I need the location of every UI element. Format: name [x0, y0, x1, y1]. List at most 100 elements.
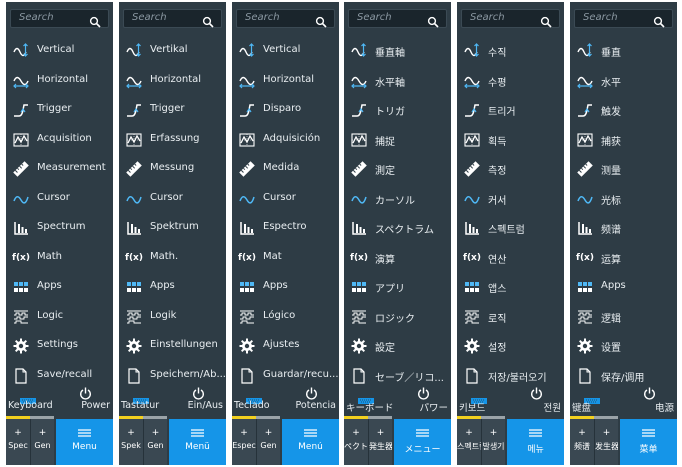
- tab-menu[interactable]: Menü: [169, 419, 226, 465]
- menu-item-acquisition[interactable]: 捕捉: [344, 125, 451, 155]
- tab-generator[interactable]: + 발생기: [481, 419, 505, 465]
- menu-item-logic[interactable]: ロジック: [344, 302, 451, 332]
- power-button[interactable]: Power: [60, 385, 113, 415]
- menu-item-vertical[interactable]: 垂直軸: [344, 36, 451, 66]
- menu-item-measurement[interactable]: 측정: [457, 154, 564, 184]
- tab-generator[interactable]: + 発生器: [368, 419, 392, 465]
- menu-item-settings[interactable]: Settings: [6, 331, 113, 361]
- tab-generator[interactable]: + Gen: [256, 419, 280, 465]
- menu-item-measurement[interactable]: 測定: [344, 154, 451, 184]
- menu-item-horizontal[interactable]: Horizontal: [6, 66, 113, 96]
- menu-item-settings[interactable]: Einstellungen: [119, 331, 226, 361]
- menu-item-trigger[interactable]: トリガ: [344, 95, 451, 125]
- menu-item-horizontal[interactable]: 수평: [457, 66, 564, 96]
- menu-item-cursor[interactable]: 커서: [457, 184, 564, 214]
- menu-item-measurement[interactable]: 测量: [570, 154, 677, 184]
- menu-item-vertical[interactable]: 수직: [457, 36, 564, 66]
- tab-menu[interactable]: Menú: [282, 419, 339, 465]
- search-icon[interactable]: [427, 13, 439, 28]
- power-button[interactable]: Ein/Aus: [173, 385, 226, 415]
- power-button[interactable]: パワー: [398, 385, 451, 415]
- search-input[interactable]: Search: [10, 9, 109, 28]
- menu-item-math[interactable]: f(x) 演算: [344, 243, 451, 273]
- keyboard-button[interactable]: Keyboard: [6, 385, 60, 415]
- tab-generator[interactable]: + Gen: [143, 419, 167, 465]
- menu-item-apps[interactable]: Apps: [570, 272, 677, 302]
- keyboard-button[interactable]: Teclado: [232, 385, 286, 415]
- menu-item-spectrum[interactable]: Spectrum: [6, 213, 113, 243]
- tab-menu[interactable]: Menu: [56, 419, 113, 465]
- tab-spectrum[interactable]: + Spek: [119, 419, 143, 465]
- menu-item-measurement[interactable]: Measurement: [6, 154, 113, 184]
- tab-spectrum[interactable]: + Spec: [6, 419, 30, 465]
- power-button[interactable]: 电源: [624, 385, 677, 415]
- menu-item-apps[interactable]: アプリ: [344, 272, 451, 302]
- tab-generator[interactable]: + Gen: [30, 419, 54, 465]
- menu-item-spectrum[interactable]: Spektrum: [119, 213, 226, 243]
- menu-item-vertical[interactable]: 垂直: [570, 36, 677, 66]
- menu-item-spectrum[interactable]: スペクトラム: [344, 213, 451, 243]
- power-button[interactable]: Potencia: [286, 385, 339, 415]
- menu-item-trigger[interactable]: Trigger: [6, 95, 113, 125]
- menu-item-measurement[interactable]: Medida: [232, 154, 339, 184]
- menu-item-trigger[interactable]: 触发: [570, 95, 677, 125]
- menu-item-horizontal[interactable]: Horizontal: [119, 66, 226, 96]
- menu-item-acquisition[interactable]: 획득: [457, 125, 564, 155]
- menu-item-trigger[interactable]: Disparo: [232, 95, 339, 125]
- menu-item-logic[interactable]: 逻辑: [570, 302, 677, 332]
- menu-item-spectrum[interactable]: 频谱: [570, 213, 677, 243]
- menu-item-math[interactable]: f(x) Mat: [232, 243, 339, 273]
- tab-menu[interactable]: 메뉴: [507, 419, 564, 465]
- menu-item-apps[interactable]: 앱스: [457, 272, 564, 302]
- menu-item-measurement[interactable]: Messung: [119, 154, 226, 184]
- keyboard-button[interactable]: 키보드: [457, 385, 511, 415]
- menu-item-apps[interactable]: Apps: [119, 272, 226, 302]
- menu-item-math[interactable]: f(x) 运算: [570, 243, 677, 273]
- tab-spectrum[interactable]: + 스펙트럼: [457, 419, 481, 465]
- menu-item-apps[interactable]: Apps: [232, 272, 339, 302]
- menu-item-cursor[interactable]: Cursor: [119, 184, 226, 214]
- menu-item-logic[interactable]: Lógico: [232, 302, 339, 332]
- keyboard-button[interactable]: 键盘: [570, 385, 624, 415]
- menu-item-logic[interactable]: 로직: [457, 302, 564, 332]
- menu-item-vertical[interactable]: Vertical: [6, 36, 113, 66]
- menu-item-settings[interactable]: 设置: [570, 331, 677, 361]
- search-icon[interactable]: [315, 13, 327, 28]
- menu-item-cursor[interactable]: Cursor: [232, 184, 339, 214]
- menu-item-logic[interactable]: Logic: [6, 302, 113, 332]
- keyboard-button[interactable]: キーボード: [344, 385, 398, 415]
- menu-item-apps[interactable]: Apps: [6, 272, 113, 302]
- menu-item-acquisition[interactable]: Acquisition: [6, 125, 113, 155]
- search-input[interactable]: Search: [236, 9, 335, 28]
- keyboard-button[interactable]: Tastatur: [119, 385, 173, 415]
- menu-item-acquisition[interactable]: 捕获: [570, 125, 677, 155]
- menu-item-vertical[interactable]: Vertikal: [119, 36, 226, 66]
- menu-item-settings[interactable]: 설정: [457, 331, 564, 361]
- menu-item-trigger[interactable]: Trigger: [119, 95, 226, 125]
- menu-item-settings[interactable]: 設定: [344, 331, 451, 361]
- menu-item-acquisition[interactable]: Erfassung: [119, 125, 226, 155]
- menu-item-cursor[interactable]: カーソル: [344, 184, 451, 214]
- menu-item-settings[interactable]: Ajustes: [232, 331, 339, 361]
- menu-item-math[interactable]: f(x) 연산: [457, 243, 564, 273]
- tab-menu[interactable]: メニュー: [394, 419, 451, 465]
- search-icon[interactable]: [540, 13, 552, 28]
- menu-item-horizontal[interactable]: 水平軸: [344, 66, 451, 96]
- search-input[interactable]: Search: [123, 9, 222, 28]
- tab-spectrum[interactable]: + Espec: [232, 419, 256, 465]
- search-input[interactable]: Search: [574, 9, 673, 28]
- menu-item-cursor[interactable]: 光标: [570, 184, 677, 214]
- menu-item-horizontal[interactable]: 水平: [570, 66, 677, 96]
- menu-item-logic[interactable]: Logik: [119, 302, 226, 332]
- menu-item-trigger[interactable]: 트리거: [457, 95, 564, 125]
- menu-item-spectrum[interactable]: 스펙트럼: [457, 213, 564, 243]
- search-icon[interactable]: [653, 13, 665, 28]
- tab-generator[interactable]: + 发生器: [594, 419, 618, 465]
- menu-item-horizontal[interactable]: Horizontal: [232, 66, 339, 96]
- menu-item-math[interactable]: f(x) Math.: [119, 243, 226, 273]
- tab-spectrum[interactable]: + ペクトラ: [344, 419, 368, 465]
- power-button[interactable]: 전원: [511, 385, 564, 415]
- menu-item-acquisition[interactable]: Adquisición: [232, 125, 339, 155]
- search-icon[interactable]: [89, 13, 101, 28]
- search-input[interactable]: Search: [348, 9, 447, 28]
